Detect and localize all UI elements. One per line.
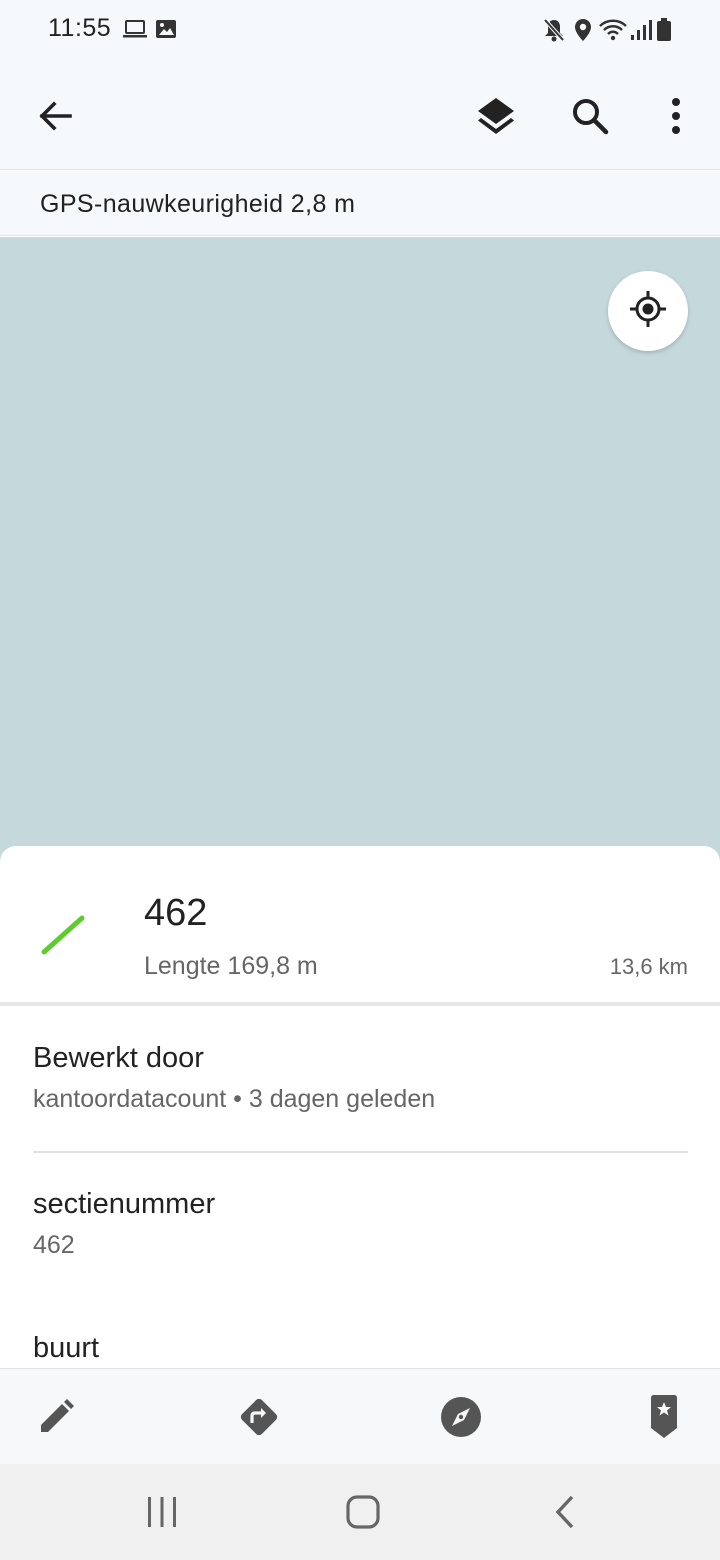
- feature-distance: 13,6 km: [609, 954, 688, 979]
- attribute-sectienummer[interactable]: sectienummer 462: [33, 1188, 688, 1260]
- gps-accuracy-text: GPS-nauwkeurigheid 2,8 m: [40, 190, 356, 218]
- feature-title: 462: [144, 892, 208, 934]
- feature-header[interactable]: 462 Lengte 169,8 m 13,6 km: [0, 846, 720, 1006]
- attribute-edited-by: Bewerkt door kantoordatacount • 3 dagen …: [33, 1042, 688, 1114]
- status-bar: 11:55: [0, 0, 720, 62]
- attribute-buurt[interactable]: buurt: [33, 1332, 688, 1365]
- attribute-value: 462: [33, 1231, 75, 1259]
- signal-icon: [630, 17, 652, 48]
- recents-icon[interactable]: [132, 1484, 192, 1540]
- gps-accuracy-bar: GPS-nauwkeurigheid 2,8 m: [0, 171, 720, 236]
- feature-sheet: 462 Lengte 169,8 m 13,6 km Bewerkt door …: [0, 846, 720, 1368]
- feature-toolbar: [0, 1368, 720, 1464]
- divider: [33, 1151, 688, 1153]
- compass-icon[interactable]: [431, 1387, 491, 1447]
- back-arrow-icon[interactable]: [24, 84, 88, 148]
- battery-icon: [656, 17, 672, 48]
- attribute-label: sectienummer: [33, 1188, 216, 1220]
- feature-length: Lengte 169,8 m: [144, 952, 318, 980]
- status-time: 11:55: [48, 14, 112, 42]
- my-location-icon: [628, 289, 668, 334]
- system-nav-bar: [0, 1464, 720, 1560]
- laptop-icon: [122, 17, 148, 46]
- my-location-button[interactable]: [608, 271, 688, 351]
- home-icon[interactable]: [333, 1484, 393, 1540]
- map-view[interactable]: [0, 237, 720, 877]
- bookmark-star-icon[interactable]: [634, 1387, 694, 1447]
- back-icon[interactable]: [535, 1484, 595, 1540]
- layers-icon[interactable]: [464, 84, 528, 148]
- more-vert-icon[interactable]: [644, 84, 708, 148]
- edit-icon[interactable]: [26, 1387, 86, 1447]
- line-feature-icon: [36, 910, 92, 967]
- search-icon[interactable]: [558, 84, 622, 148]
- attribute-value: kantoordatacount • 3 dagen geleden: [33, 1085, 436, 1113]
- wifi-icon: [598, 17, 628, 48]
- attribute-label: buurt: [33, 1332, 100, 1364]
- attribute-label: Bewerkt door: [33, 1042, 204, 1074]
- app-bar: [0, 62, 720, 170]
- location-icon: [572, 17, 594, 48]
- mute-icon: [542, 17, 566, 48]
- image-icon: [154, 17, 178, 46]
- directions-icon[interactable]: [229, 1387, 289, 1447]
